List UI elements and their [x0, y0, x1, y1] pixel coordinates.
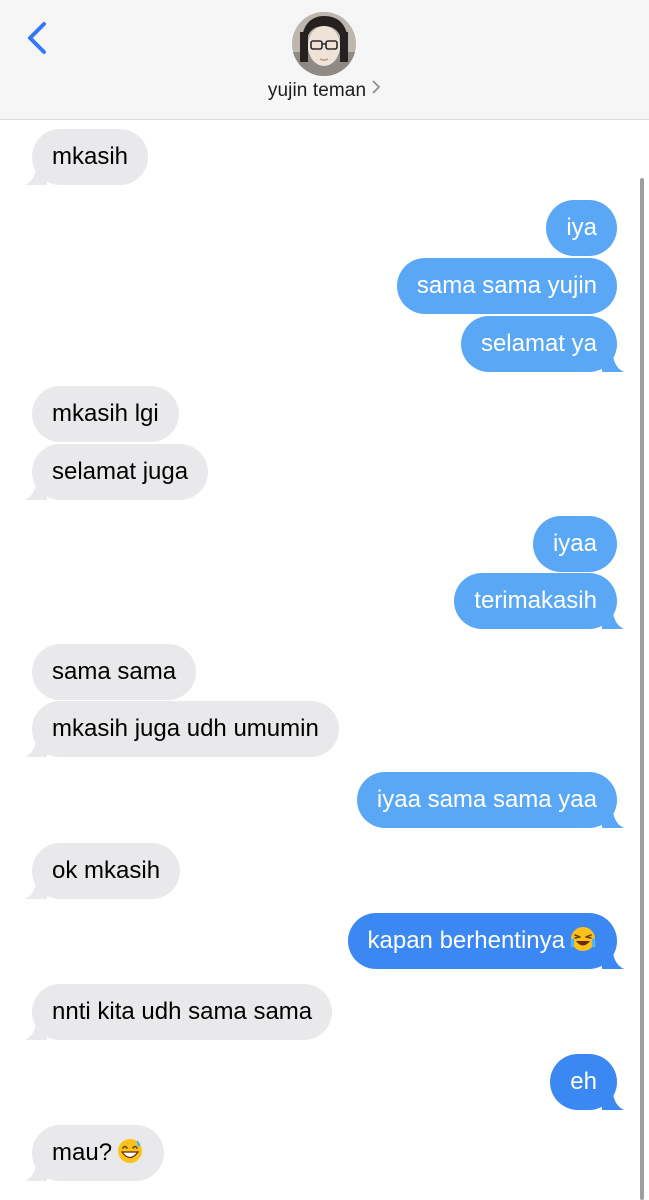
message-bubble-received[interactable]: mkasih — [25, 129, 149, 185]
avatar-photo-icon — [292, 12, 356, 76]
message-bubble-sent[interactable]: selamat ya — [460, 316, 624, 372]
message-text: sama sama yujin — [416, 272, 597, 299]
grinning-sweat-emoji-icon — [118, 1139, 143, 1163]
message-bubble-sent[interactable]: iyaa — [532, 516, 617, 572]
message-bubble-sent[interactable]: eh — [550, 1054, 624, 1110]
message-text: eh — [570, 1068, 597, 1095]
message-bubble-received[interactable]: selamat juga — [25, 444, 209, 500]
message-bubble-sent[interactable]: sama sama yujin — [396, 258, 617, 314]
contact-avatar[interactable] — [292, 12, 356, 76]
message-bubble-received[interactable]: ok mkasih — [25, 843, 181, 899]
back-button[interactable] — [18, 18, 58, 58]
message-text: nnti kita udh sama sama — [52, 998, 313, 1025]
message-bubble-sent[interactable]: terimakasih — [454, 573, 624, 629]
bubble-tail-icon — [602, 352, 624, 372]
message-bubble-sent[interactable]: iyaa sama sama yaa — [356, 772, 624, 828]
bubble-tail-icon — [602, 808, 624, 828]
bubble-tail-icon — [25, 165, 47, 185]
message-bubble-received[interactable]: mkasih lgi — [32, 386, 179, 442]
message-text: mau? — [52, 1139, 113, 1166]
message-text: ok mkasih — [52, 857, 161, 884]
message-text: iya — [566, 214, 597, 241]
contact-name-row[interactable]: yujin teman — [0, 80, 649, 102]
bubble-tail-icon — [602, 1090, 624, 1110]
scrollbar[interactable] — [640, 178, 644, 1200]
chevron-left-icon — [28, 22, 46, 54]
message-text: selamat ya — [480, 330, 597, 357]
message-text: mkasih — [52, 143, 129, 170]
message-text: selamat juga — [52, 458, 189, 485]
message-bubble-sent[interactable]: iya — [546, 200, 617, 256]
bubble-tail-icon — [25, 1161, 47, 1181]
message-bubble-received[interactable]: mau? — [25, 1125, 165, 1181]
message-bubble-received[interactable]: sama sama — [32, 644, 197, 700]
bubble-tail-icon — [25, 1020, 47, 1040]
message-text: iyaa — [552, 530, 597, 557]
chevron-right-icon — [372, 78, 381, 100]
message-bubble-received[interactable]: mkasih juga udh umumin — [25, 701, 339, 757]
bubble-tail-icon — [602, 949, 624, 969]
bubble-tail-icon — [25, 879, 47, 899]
tears-of-joy-emoji-icon — [570, 927, 596, 951]
contact-name: yujin teman — [267, 80, 367, 101]
message-text: terimakasih — [474, 587, 597, 614]
message-text: mkasih juga udh umumin — [52, 715, 319, 742]
message-bubble-received[interactable]: nnti kita udh sama sama — [25, 984, 333, 1040]
message-text: kapan berhentinya — [367, 927, 565, 954]
conversation-header: yujin teman — [0, 0, 649, 120]
message-text: iyaa sama sama yaa — [376, 786, 597, 813]
message-text: sama sama — [52, 658, 177, 685]
message-text: mkasih lgi — [52, 400, 159, 427]
bubble-tail-icon — [602, 609, 624, 629]
message-bubble-sent[interactable]: kapan berhentinya — [347, 913, 624, 969]
bubble-tail-icon — [25, 480, 47, 500]
bubble-tail-icon — [25, 737, 47, 757]
